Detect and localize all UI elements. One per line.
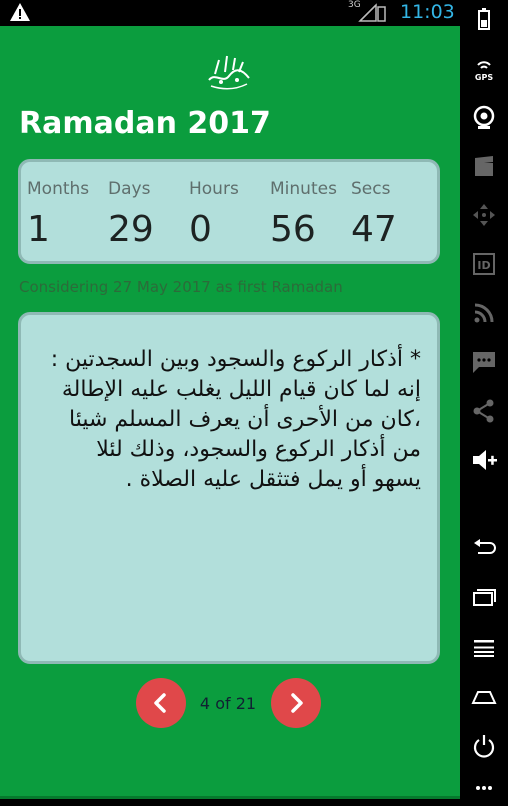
first-ramadan-note: Considering 27 May 2017 as first Ramadan [19,278,343,296]
hours-value: 0 [189,209,212,250]
dhikr-text: * أذكار الركوع والسجود وبين السجدتين : إ… [50,347,421,492]
status-time: 11:03 [400,1,455,23]
gps-icon[interactable]: GPS [470,55,498,83]
camera-icon[interactable] [470,103,498,131]
emulator-sidebar: GPS ID [460,0,508,799]
page-indicator: 4 of 21 [199,694,257,713]
secs-label: Secs [351,179,391,199]
recent-apps-icon[interactable] [470,584,498,612]
back-icon[interactable] [470,534,498,562]
svg-text:ID: ID [477,259,490,272]
share-icon[interactable] [470,397,498,425]
minutes-value: 56 [270,209,316,250]
secs-value: 47 [351,209,397,250]
volume-up-icon[interactable] [470,446,498,474]
arabic-calligraphy-emblem-icon [208,55,250,90]
status-bar: 3G 11:03 [0,0,460,26]
chevron-right-icon [291,693,303,713]
more-icon[interactable] [470,778,498,806]
sms-icon[interactable] [470,348,498,376]
clapperboard-icon[interactable] [470,152,498,180]
days-label: Days [108,179,151,199]
signal-icon [358,3,386,22]
battery-icon [478,8,490,30]
menu-icon[interactable] [470,634,498,662]
chevron-left-icon [154,693,166,713]
previous-button[interactable] [136,678,186,728]
months-label: Months [27,179,90,199]
days-value: 29 [108,209,154,250]
id-icon[interactable]: ID [470,250,498,278]
power-icon[interactable] [470,732,498,760]
next-button[interactable] [271,678,321,728]
pager: 4 of 21 [0,678,460,728]
minutes-label: Minutes [270,179,337,199]
page-title: Ramadan 2017 [19,106,271,141]
months-value: 1 [27,209,50,250]
warning-icon [10,3,30,21]
dhikr-content-card: * أذكار الركوع والسجود وبين السجدتين : إ… [18,312,440,664]
home-icon[interactable] [470,683,498,711]
dpad-icon[interactable] [470,201,498,229]
countdown-panel: Months Days Hours Minutes Secs 1 29 0 56… [18,159,440,264]
svg-text:GPS: GPS [475,73,493,82]
app-screen: Ramadan 2017 Months Days Hours Minutes S… [0,26,460,799]
rss-icon[interactable] [470,299,498,327]
hours-label: Hours [189,179,239,199]
